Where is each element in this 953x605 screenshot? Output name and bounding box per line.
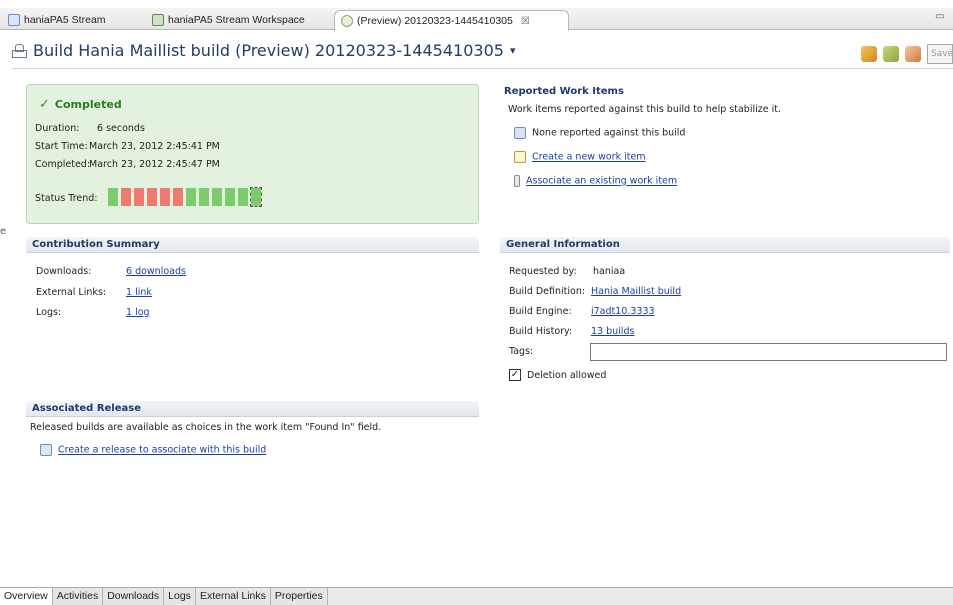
left-edge-text: e bbox=[0, 226, 7, 237]
associated-release-section: Associated Release bbox=[26, 401, 479, 417]
associate-work-item-row: Associate an existing work item bbox=[514, 175, 677, 187]
close-icon[interactable]: ☒ bbox=[521, 16, 530, 27]
request-build-icon[interactable] bbox=[861, 46, 877, 62]
downloads-label: Downloads: bbox=[36, 266, 92, 277]
tab-properties[interactable]: Properties bbox=[270, 588, 328, 605]
completed-value: March 23, 2012 2:45:47 PM bbox=[89, 159, 220, 170]
section-header: Associated Release bbox=[26, 401, 479, 417]
build-history-link[interactable]: 13 builds bbox=[591, 326, 634, 337]
tab-label: (Preview) 20120323-1445410305 bbox=[357, 15, 513, 27]
start-time-label: Start Time: bbox=[35, 141, 88, 152]
status-trend-label: Status Trend: bbox=[35, 193, 98, 204]
build-definition-label: Build Definition: bbox=[509, 286, 586, 297]
trend-build-red[interactable] bbox=[173, 188, 183, 206]
completed-row: Completed:March 23, 2012 2:45:47 PM bbox=[35, 159, 220, 170]
work-items-description: Work items reported against this build t… bbox=[508, 104, 781, 115]
tags-label: Tags: bbox=[509, 346, 534, 357]
stream-icon bbox=[8, 14, 20, 26]
trend-build-green[interactable] bbox=[199, 188, 209, 206]
contribution-summary-section: Contribution Summary bbox=[26, 237, 479, 253]
requested-by-label: Requested by: bbox=[509, 266, 577, 277]
trend-build-green[interactable] bbox=[186, 188, 196, 206]
section-header: General Information bbox=[500, 237, 950, 253]
logs-link[interactable]: 1 log bbox=[126, 307, 150, 318]
tab-workspace[interactable]: haniaPA5 Stream Workspace bbox=[146, 10, 305, 30]
none-reported-row: None reported against this build bbox=[514, 127, 685, 139]
chevron-down-icon[interactable]: ▾ bbox=[510, 44, 516, 57]
tab-label: haniaPA5 Stream bbox=[24, 14, 106, 26]
create-release-row: Create a release to associate with this … bbox=[40, 444, 266, 456]
duration-row: Duration: 6 seconds bbox=[35, 123, 145, 134]
build-engine-link[interactable]: i7adt10.3333 bbox=[591, 306, 655, 317]
build-engine-label: Build Engine: bbox=[509, 306, 572, 317]
tab-stream[interactable]: haniaPA5 Stream bbox=[2, 10, 106, 30]
workspace-icon bbox=[152, 14, 164, 26]
trend-build-green[interactable] bbox=[225, 188, 235, 206]
editor-tabbar: haniaPA5 Stream haniaPA5 Stream Workspac… bbox=[0, 8, 953, 31]
tab-logs[interactable]: Logs bbox=[164, 588, 196, 605]
work-item-icon bbox=[514, 127, 526, 139]
editor-page-tabs: Overview Activities Downloads Logs Exter… bbox=[0, 587, 953, 605]
build-definition-link[interactable]: Hania Maillist build bbox=[591, 286, 681, 297]
build-result-icon[interactable] bbox=[883, 46, 899, 62]
deletion-allowed-checkbox[interactable]: ✓ bbox=[509, 369, 521, 381]
trend-build-green[interactable] bbox=[238, 188, 248, 206]
tags-input[interactable] bbox=[590, 343, 947, 361]
trend-build-red[interactable] bbox=[147, 188, 157, 206]
build-icon bbox=[341, 15, 353, 27]
general-information-section: General Information bbox=[500, 237, 950, 253]
tab-downloads[interactable]: Downloads bbox=[103, 588, 165, 605]
start-time-row: Start Time:March 23, 2012 2:45:41 PM bbox=[35, 141, 220, 152]
section-header: Reported Work Items bbox=[504, 86, 624, 97]
tab-overview[interactable]: Overview bbox=[0, 588, 53, 605]
external-links-label: External Links: bbox=[36, 287, 107, 298]
minimize-icon[interactable]: ▭ bbox=[935, 11, 947, 22]
save-button[interactable]: Save bbox=[927, 44, 953, 64]
release-description: Released builds are available as choices… bbox=[30, 422, 382, 433]
build-status-panel: ✓ Completed Duration: 6 seconds Start Tim… bbox=[26, 84, 479, 224]
deletion-allowed-label: Deletion allowed bbox=[527, 370, 607, 381]
downloads-link[interactable]: 6 downloads bbox=[126, 266, 186, 277]
trend-build-red[interactable] bbox=[134, 188, 144, 206]
tab-build-preview[interactable]: (Preview) 20120323-1445410305 ☒ bbox=[334, 10, 569, 31]
create-release-link[interactable]: Create a release to associate with this … bbox=[58, 445, 266, 456]
tab-external-links[interactable]: External Links bbox=[195, 588, 271, 605]
external-links-link[interactable]: 1 link bbox=[126, 287, 152, 298]
start-time-value: March 23, 2012 2:45:41 PM bbox=[89, 141, 220, 152]
none-reported-text: None reported against this build bbox=[532, 127, 686, 139]
completed-label: Completed: bbox=[35, 159, 91, 170]
create-work-item-link[interactable]: Create a new work item bbox=[532, 152, 646, 163]
trend-build-red[interactable] bbox=[121, 188, 131, 206]
title-divider bbox=[12, 68, 953, 69]
requested-by-value: haniaa bbox=[593, 266, 626, 277]
refresh-icon[interactable] bbox=[905, 46, 921, 62]
status-trend bbox=[108, 187, 264, 207]
duration-value: 6 seconds bbox=[97, 123, 145, 134]
status-badge: ✓ Completed bbox=[39, 97, 122, 112]
build-editor: haniaPA5 Stream haniaPA5 Stream Workspac… bbox=[0, 0, 953, 605]
build-definition-icon bbox=[12, 43, 27, 58]
trend-build-green[interactable] bbox=[212, 188, 222, 206]
trend-build-red[interactable] bbox=[160, 188, 170, 206]
page-title: Build Hania Maillist build (Preview) 201… bbox=[12, 37, 515, 63]
trend-build-green[interactable] bbox=[250, 187, 262, 207]
release-icon bbox=[40, 444, 52, 456]
checkmark-icon: ✓ bbox=[39, 97, 50, 112]
tab-label: haniaPA5 Stream Workspace bbox=[168, 14, 305, 26]
create-work-item-row: Create a new work item bbox=[514, 151, 646, 163]
editor-toolbar: Save bbox=[855, 44, 953, 64]
build-history-label: Build History: bbox=[509, 326, 573, 337]
status-text: Completed bbox=[54, 98, 122, 111]
duration-label: Duration: bbox=[35, 123, 80, 134]
new-work-item-icon bbox=[514, 151, 526, 163]
associate-icon bbox=[514, 175, 520, 187]
section-header: Contribution Summary bbox=[26, 237, 479, 253]
trend-build-green[interactable] bbox=[108, 188, 118, 206]
page-title-text: Build Hania Maillist build (Preview) 201… bbox=[33, 40, 504, 60]
logs-label: Logs: bbox=[36, 307, 62, 318]
tab-activities[interactable]: Activities bbox=[52, 588, 104, 605]
associate-work-item-link[interactable]: Associate an existing work item bbox=[526, 176, 677, 187]
